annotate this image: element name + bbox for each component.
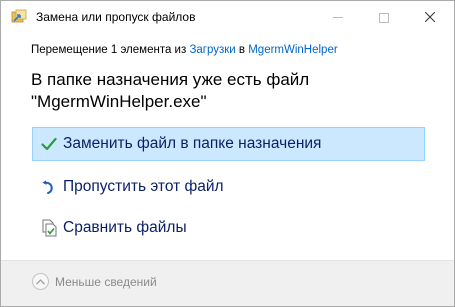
window-title: Замена или пропуск файлов (36, 10, 196, 24)
maximize-button[interactable] (361, 1, 407, 34)
compare-files-label: Сравнить файлы (63, 219, 187, 236)
skip-file-label: Пропустить этот файл (63, 178, 224, 195)
fewer-details-label: Меньше сведений (55, 274, 157, 289)
move-files-icon (11, 9, 27, 25)
destination-folder-link[interactable]: MgermWinHelper (248, 44, 337, 56)
replace-skip-dialog: Замена или пропуск файлов Перемещение 1 … (0, 0, 455, 307)
check-icon (38, 134, 60, 154)
replace-file-option[interactable]: Заменить файл в папке назначения (32, 127, 425, 161)
minimize-icon (333, 17, 343, 18)
replace-file-label: Заменить файл в папке назначения (63, 135, 322, 152)
close-button[interactable] (407, 1, 453, 34)
source-folder-link[interactable]: Загрузки (189, 44, 235, 56)
heading-line-2: "MgermWinHelper.exe" (31, 92, 207, 111)
title-bar: Замена или пропуск файлов (1, 1, 454, 34)
heading-line-1: В папке назначения уже есть файл (31, 70, 310, 89)
compare-files-icon (38, 218, 60, 238)
minimize-button[interactable] (315, 1, 361, 34)
skip-file-option[interactable]: Пропустить этот файл (32, 170, 425, 204)
chevron-up-icon (32, 273, 49, 290)
operation-summary: Перемещение 1 элемента из Загрузки в Mge… (31, 44, 338, 56)
close-icon (424, 9, 436, 27)
skip-arrow-icon (38, 177, 60, 197)
fewer-details-button[interactable]: Меньше сведений (32, 273, 157, 290)
maximize-icon (379, 12, 389, 23)
summary-middle: в (235, 44, 249, 56)
summary-prefix: Перемещение 1 элемента из (31, 44, 190, 56)
compare-files-option[interactable]: Сравнить файлы (32, 211, 425, 245)
dialog-footer: Меньше сведений (1, 261, 454, 306)
conflict-heading: В папке назначения уже есть файл "MgermW… (31, 69, 431, 113)
